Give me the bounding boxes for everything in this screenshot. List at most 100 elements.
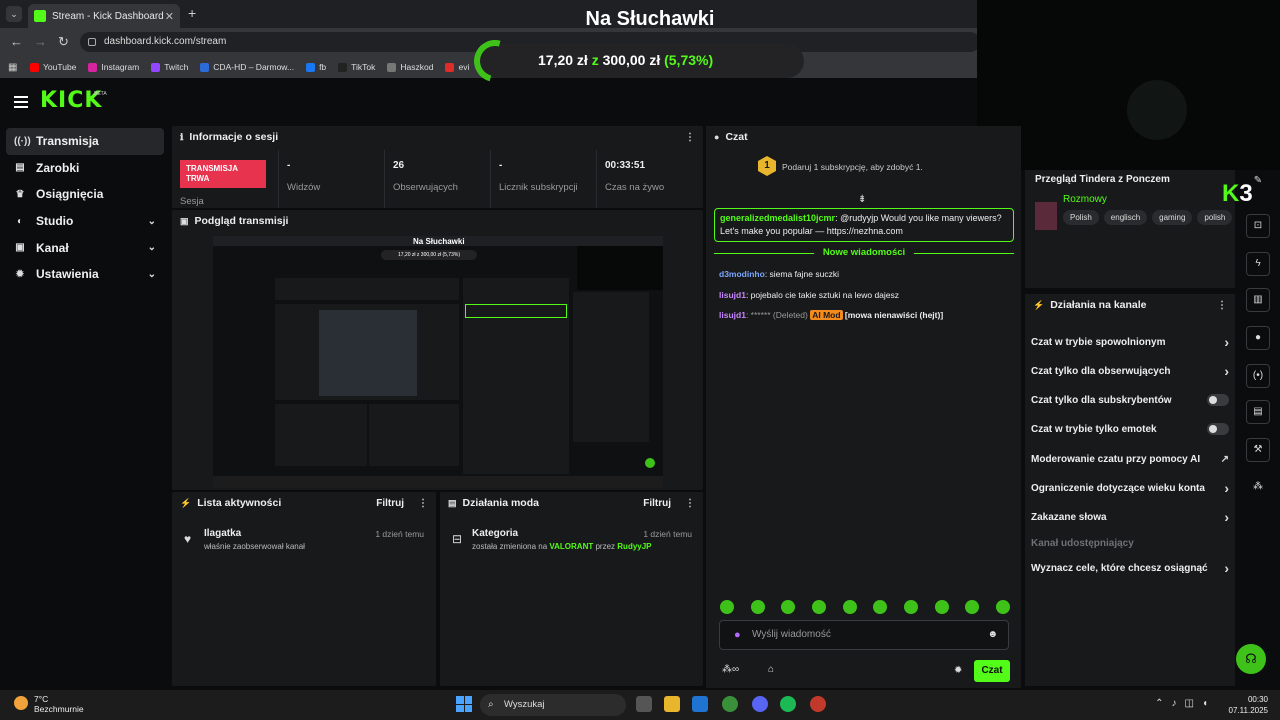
new-tab-icon[interactable]: + xyxy=(188,5,196,21)
sidebar-item-studio[interactable]: ◐ Studio ⌄ xyxy=(6,208,164,235)
stat-label: Licznik subskrypcji xyxy=(499,182,578,193)
print-icon[interactable]: ▤ xyxy=(1246,400,1270,424)
bookmark-instagram[interactable]: Instagram xyxy=(88,62,139,72)
back-icon[interactable]: ← xyxy=(10,34,23,49)
channel-action-label: Czat tylko dla obserwujących xyxy=(1031,365,1171,377)
mod-filter-button[interactable]: Filtruj xyxy=(643,498,671,509)
bookmark-tiktok[interactable]: TikTok xyxy=(338,62,375,72)
bookmark-favicon-icon xyxy=(306,62,316,72)
scroll-down-icon[interactable]: ⇟ xyxy=(858,194,866,205)
tab-kick-dashboard[interactable]: Stream - Kick Dashboard ✕ xyxy=(28,4,180,28)
bookmark-youtube[interactable]: YouTube xyxy=(30,62,76,72)
task-view-icon[interactable] xyxy=(636,696,652,712)
store-icon[interactable]: ⌂ xyxy=(768,664,774,675)
emote-icon[interactable] xyxy=(903,600,918,614)
bookmark-haszkod[interactable]: Haszkod xyxy=(387,62,433,72)
bot-commands-icon[interactable]: ⁂∞ xyxy=(722,664,739,675)
file-explorer-icon[interactable] xyxy=(664,696,680,712)
sidebar-item-zarobki[interactable]: ▤ Zarobki xyxy=(6,155,164,182)
channel-action-ograniczenie-dotyczace-wieku-konta[interactable]: Ograniczenie dotyczące wieku konta › xyxy=(1031,480,1229,496)
chat-send-button[interactable]: Czat xyxy=(974,660,1010,682)
chrome-icon[interactable] xyxy=(722,696,738,712)
activity-filter-button[interactable]: Filtruj xyxy=(376,498,404,509)
bookmark-twitch[interactable]: Twitch xyxy=(151,62,188,72)
channel-action-zakazane-slowa[interactable]: Zakazane słowa › xyxy=(1031,509,1229,525)
stream-tag[interactable]: polish xyxy=(1197,210,1233,225)
wrench-icon[interactable]: ⚒ xyxy=(1246,438,1270,462)
broadcast-icon[interactable]: (•) xyxy=(1246,364,1270,388)
apps-grid-icon[interactable]: ▦ xyxy=(8,62,22,73)
reload-icon[interactable]: ↻ xyxy=(58,34,69,50)
stat-value: - xyxy=(287,160,291,171)
channel-action-czat-tylko-dla-subskrybentow[interactable]: Czat tylko dla subskrybentów xyxy=(1031,392,1229,408)
chat-message-input[interactable] xyxy=(752,629,972,640)
lightning-icon[interactable]: ϟ xyxy=(1246,252,1270,276)
channel-action-czat-w-trybie-tylko-emotek[interactable]: Czat w trybie tylko emotek xyxy=(1031,421,1229,437)
emote-icon[interactable] xyxy=(934,600,949,614)
more-options-icon[interactable]: ⋮ xyxy=(685,498,695,509)
emote-icon[interactable] xyxy=(720,600,734,614)
bookmark-cda-hd-darmow[interactable]: CDA-HD – Darmow... xyxy=(200,62,294,72)
chat-message: lisujd1: ****** (Deleted) AI Mod [mowa n… xyxy=(719,310,943,320)
tab-search-button[interactable]: ⌄ xyxy=(6,6,22,22)
stream-tag[interactable]: gaming xyxy=(1152,210,1193,225)
support-headset-icon[interactable]: ☊ xyxy=(1236,644,1266,674)
spotify-icon[interactable] xyxy=(780,696,796,712)
stream-preview-video[interactable]: Na Słuchawki 17,20 zł z 300,00 zł (5,73%… xyxy=(213,236,663,488)
more-options-icon[interactable]: ⋮ xyxy=(685,132,695,143)
toggle-switch[interactable] xyxy=(1207,423,1229,435)
emote-icon[interactable] xyxy=(842,600,857,614)
emote-icon[interactable] xyxy=(781,600,796,614)
more-options-icon[interactable]: ⋮ xyxy=(418,498,428,509)
sidebar-item-transmisja[interactable]: ((·)) Transmisja xyxy=(6,128,164,155)
clip-icon[interactable]: ⊡ xyxy=(1246,214,1270,238)
sidebar-item-ustawienia[interactable]: ✹ Ustawienia ⌄ xyxy=(6,261,164,288)
stream-preview-header: ▣ Podgląd transmisji xyxy=(172,210,703,232)
obs-icon[interactable] xyxy=(810,696,826,712)
discord-icon[interactable] xyxy=(752,696,768,712)
outlook-icon[interactable] xyxy=(692,696,708,712)
emote-icon[interactable] xyxy=(873,600,888,614)
menu-icon[interactable] xyxy=(14,96,28,111)
forward-icon[interactable]: → xyxy=(34,34,47,49)
taskbar-search[interactable]: ⌕ Wyszukaj xyxy=(480,694,626,716)
channel-action-czat-tylko-dla-obserwujacych[interactable]: Czat tylko dla obserwujących › xyxy=(1031,363,1229,379)
chat-username: lisujd1 xyxy=(719,310,746,320)
more-options-icon[interactable]: ⋮ xyxy=(1217,300,1227,311)
stat-viewers: - Widzów xyxy=(278,150,384,208)
start-button[interactable] xyxy=(456,696,472,712)
activity-time: 1 dzień temu xyxy=(375,529,424,539)
channel-action-moderowanie-czatu-przy-pomocy-ai[interactable]: Moderowanie czatu przy pomocy AI ↗ xyxy=(1031,451,1229,467)
emoji-picker-icon[interactable]: ☻ xyxy=(987,629,998,640)
stream-tag[interactable]: Polish xyxy=(1063,210,1099,225)
emote-icon[interactable] xyxy=(995,600,1010,614)
sidebar-item-kanal[interactable]: ▣ Kanał ⌄ xyxy=(6,234,164,261)
channel-action-czat-w-trybie-spowolnionym[interactable]: Czat w trybie spowolnionym › xyxy=(1031,334,1229,350)
bookmark-fb[interactable]: fb xyxy=(306,62,326,72)
microphone-icon[interactable]: ● xyxy=(734,629,741,641)
emote-icon[interactable] xyxy=(965,600,980,614)
notes-icon[interactable]: ▥ xyxy=(1246,288,1270,312)
chat-settings-icon[interactable]: ✹ xyxy=(954,665,962,676)
mod-actions-title: Działania moda xyxy=(462,497,539,509)
emote-icon[interactable] xyxy=(811,600,826,614)
chat-input-box[interactable]: ● ☻ xyxy=(719,620,1009,650)
clock[interactable]: 00:30 07.11.2025 xyxy=(1229,694,1268,716)
system-tray[interactable]: ⌃♪◫◖ xyxy=(1155,698,1216,709)
live-badge: TRANSMISJA TRWA xyxy=(180,160,266,188)
toggle-switch[interactable] xyxy=(1207,394,1229,406)
bookmark-evi[interactable]: evi xyxy=(445,62,469,72)
weather-widget[interactable]: 7°C Bezchmurnie xyxy=(14,694,84,714)
emote-icon[interactable] xyxy=(750,600,765,614)
stream-tag[interactable]: englisch xyxy=(1103,210,1148,225)
chat-icon[interactable]: ● xyxy=(1246,326,1270,350)
close-tab-icon[interactable]: ✕ xyxy=(165,10,174,23)
gift-sub-promo[interactable]: 1 Podaruj 1 subskrypcję, aby zdobyć 1. xyxy=(758,156,923,176)
sidebar-item-osiagniecia[interactable]: ♛ Osiągnięcia xyxy=(6,181,164,208)
bot-icon[interactable]: ⁂ xyxy=(1246,476,1270,500)
activity-desc: właśnie zaobserwował kanał xyxy=(204,542,305,551)
stream-category[interactable]: Rozmowy xyxy=(1063,194,1107,205)
channel-action-wyznacz-cele-ktore-chcesz-osiagnac[interactable]: Wyznacz cele, które chcesz osiągnąć › xyxy=(1031,560,1229,576)
edit-icon[interactable]: ✎ xyxy=(1246,170,1270,194)
site-info-icon[interactable] xyxy=(88,38,96,46)
